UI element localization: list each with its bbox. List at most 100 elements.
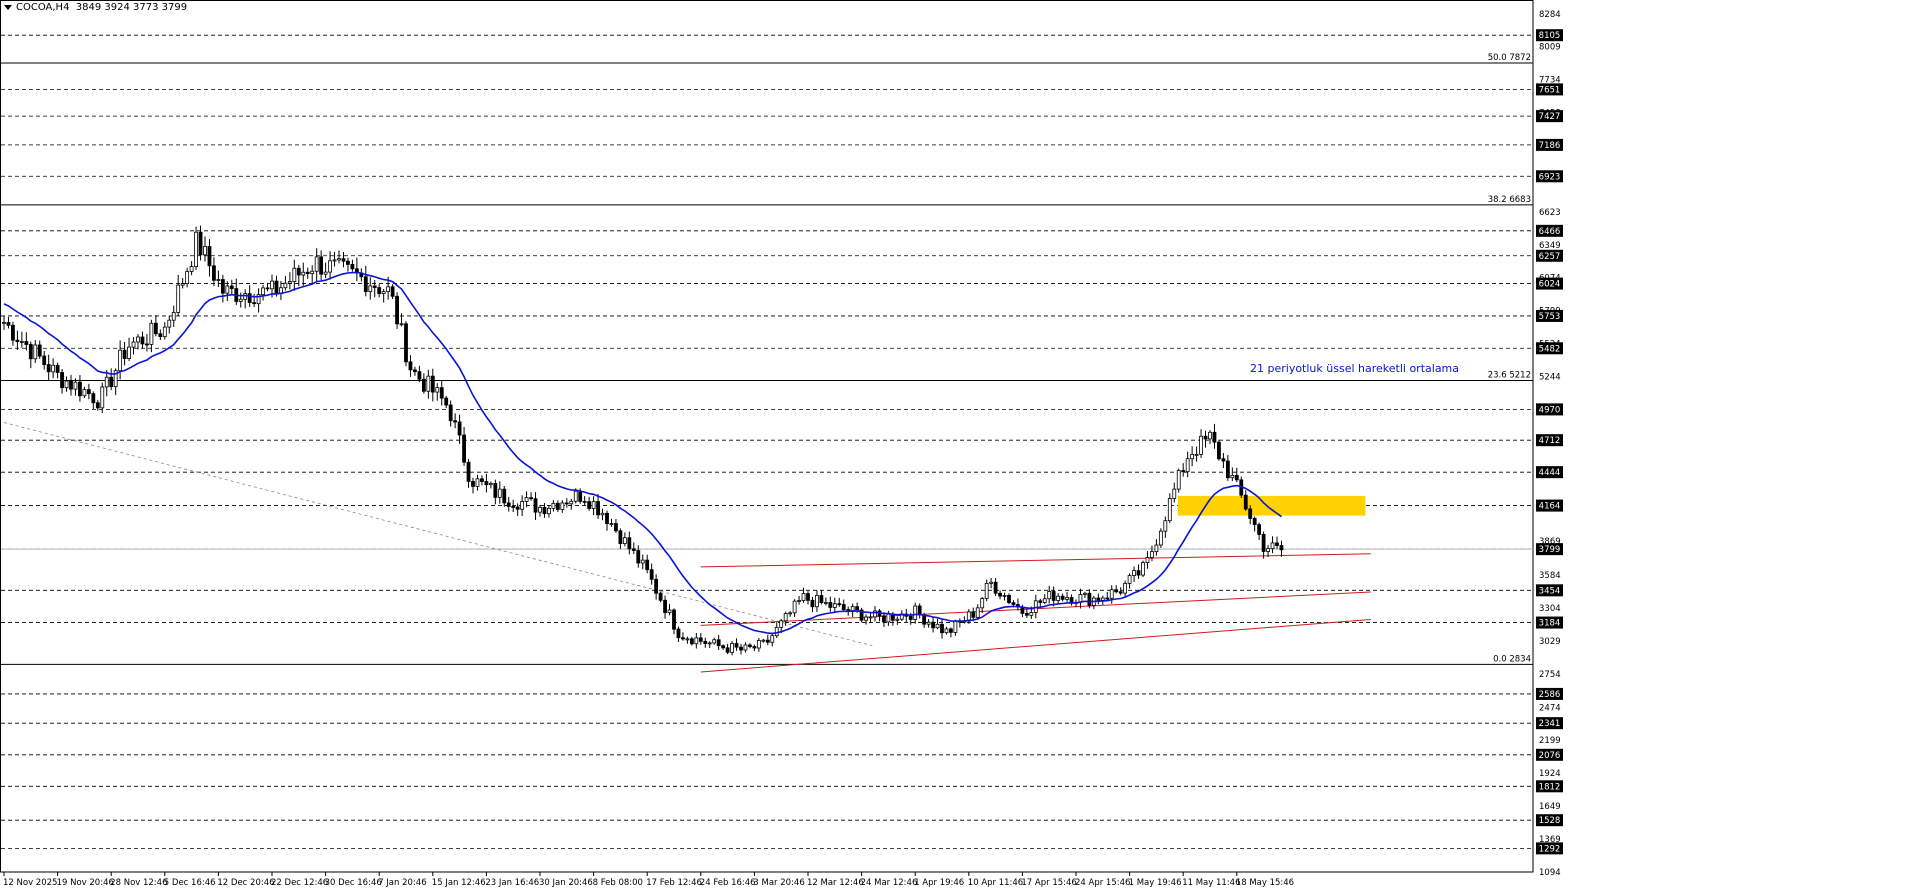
candle-body (11, 324, 15, 341)
candle-body (743, 644, 748, 651)
candle-body (86, 389, 91, 395)
candle-body (685, 638, 690, 641)
price-box-label: 8105 (1539, 31, 1561, 41)
candle-body (51, 364, 56, 373)
x-tick-label: 12 Nov 2025 (3, 878, 57, 888)
candle-body (555, 502, 560, 510)
fib-level-label: 23.6 5212 (1488, 371, 1531, 381)
x-tick-label: 11 May 11:46 (1182, 878, 1240, 888)
y-tick-label: 1649 (1539, 802, 1561, 812)
candle-body (792, 600, 797, 614)
candle-body (1123, 582, 1128, 594)
candle-body (895, 618, 900, 621)
candle-body (247, 293, 252, 304)
candle-body (689, 638, 694, 645)
candle-body (569, 500, 574, 505)
candle-body (104, 376, 109, 388)
candle-body (399, 323, 404, 326)
candle-body (538, 506, 542, 513)
candle-body (694, 637, 699, 645)
candle-body (220, 279, 225, 294)
candle-body (1002, 594, 1007, 597)
candle-body (984, 582, 989, 599)
candle-body (314, 256, 319, 272)
candle-body (1056, 595, 1061, 601)
candle-body (940, 623, 944, 634)
price-box-label: 5482 (1539, 344, 1561, 354)
candle-body (287, 281, 292, 284)
candle-body (274, 280, 279, 295)
candle-body (1208, 431, 1212, 440)
candle-body (591, 501, 596, 509)
menu-triangle-icon[interactable] (4, 4, 12, 10)
x-tick-label: 24 Feb 16:46 (700, 878, 756, 888)
candle-body (265, 287, 270, 290)
candle-body (1029, 612, 1034, 616)
candle-body (198, 231, 203, 256)
candle-body (127, 346, 131, 359)
price-box-label: 6257 (1539, 252, 1561, 262)
candle-body (1190, 454, 1195, 460)
candle-body (587, 501, 592, 509)
candle-body (926, 621, 931, 625)
y-tick-label: 6349 (1539, 241, 1561, 251)
ohlc-values: 3849 3924 3773 3799 (75, 2, 188, 13)
candle-body (1203, 435, 1208, 440)
trendline (3, 422, 873, 647)
candle-body (185, 271, 190, 284)
candle-body (971, 611, 976, 618)
candle-body (533, 498, 538, 513)
candle-body (578, 490, 583, 502)
x-tick-label: 3 Mar 20:46 (753, 878, 804, 888)
candle-body (1096, 597, 1101, 601)
candle-body (323, 271, 328, 275)
candle-body (109, 376, 114, 388)
candle-body (386, 286, 391, 292)
price-chart[interactable]: 50.0 7872 38.2 6683 23.6 5212 0.0 2834 8284 8… (0, 0, 1916, 888)
x-tick-label: 22 Dec 12:46 (271, 878, 328, 888)
candle-body (993, 581, 998, 594)
candle-body (515, 506, 520, 510)
candle-body (145, 343, 149, 346)
price-box-label: 7651 (1539, 85, 1561, 95)
candle-body (1279, 545, 1284, 551)
candle-body (1042, 598, 1047, 603)
candle-body (698, 637, 703, 642)
channel-upper-line (700, 553, 1371, 568)
y-tick-label: 8284 (1539, 10, 1561, 20)
candle-body (649, 569, 654, 580)
candle-body (1051, 591, 1056, 601)
x-tick-label: 30 Dec 16:46 (325, 878, 382, 888)
candle-body (1158, 530, 1163, 546)
candle-body (712, 639, 717, 644)
chart-header: COCOA,H4 3849 3924 3773 3799 (4, 2, 187, 13)
candle-body (484, 481, 489, 486)
candle-body (497, 488, 502, 498)
candle-body (998, 592, 1002, 597)
candle-body (944, 628, 949, 634)
candle-body (917, 605, 922, 616)
candle-body (1150, 551, 1154, 558)
candle-body (229, 285, 234, 290)
price-box-label: 2341 (1539, 719, 1561, 729)
candle-body (91, 393, 96, 404)
x-tick-label: 30 Jan 20:46 (539, 878, 593, 888)
candle-body (1047, 591, 1052, 600)
candle-body (390, 286, 395, 297)
candle-body (605, 512, 609, 524)
candle-body (1060, 595, 1065, 600)
x-tick-label: 18 May 15:46 (1236, 878, 1294, 888)
candle-body (631, 548, 636, 551)
candle-body (167, 319, 172, 328)
candle-body (823, 602, 828, 604)
y-tick-label: 2199 (1539, 736, 1561, 746)
candle-body (1154, 544, 1159, 553)
candle-body (78, 381, 82, 397)
candle-body (931, 621, 935, 629)
candle-body (332, 259, 337, 262)
candle-body (1212, 431, 1217, 443)
y-tick-label: 2474 (1539, 703, 1561, 713)
candle-body (310, 270, 315, 275)
price-box-label: 2076 (1539, 751, 1561, 761)
candle-body (524, 497, 529, 502)
